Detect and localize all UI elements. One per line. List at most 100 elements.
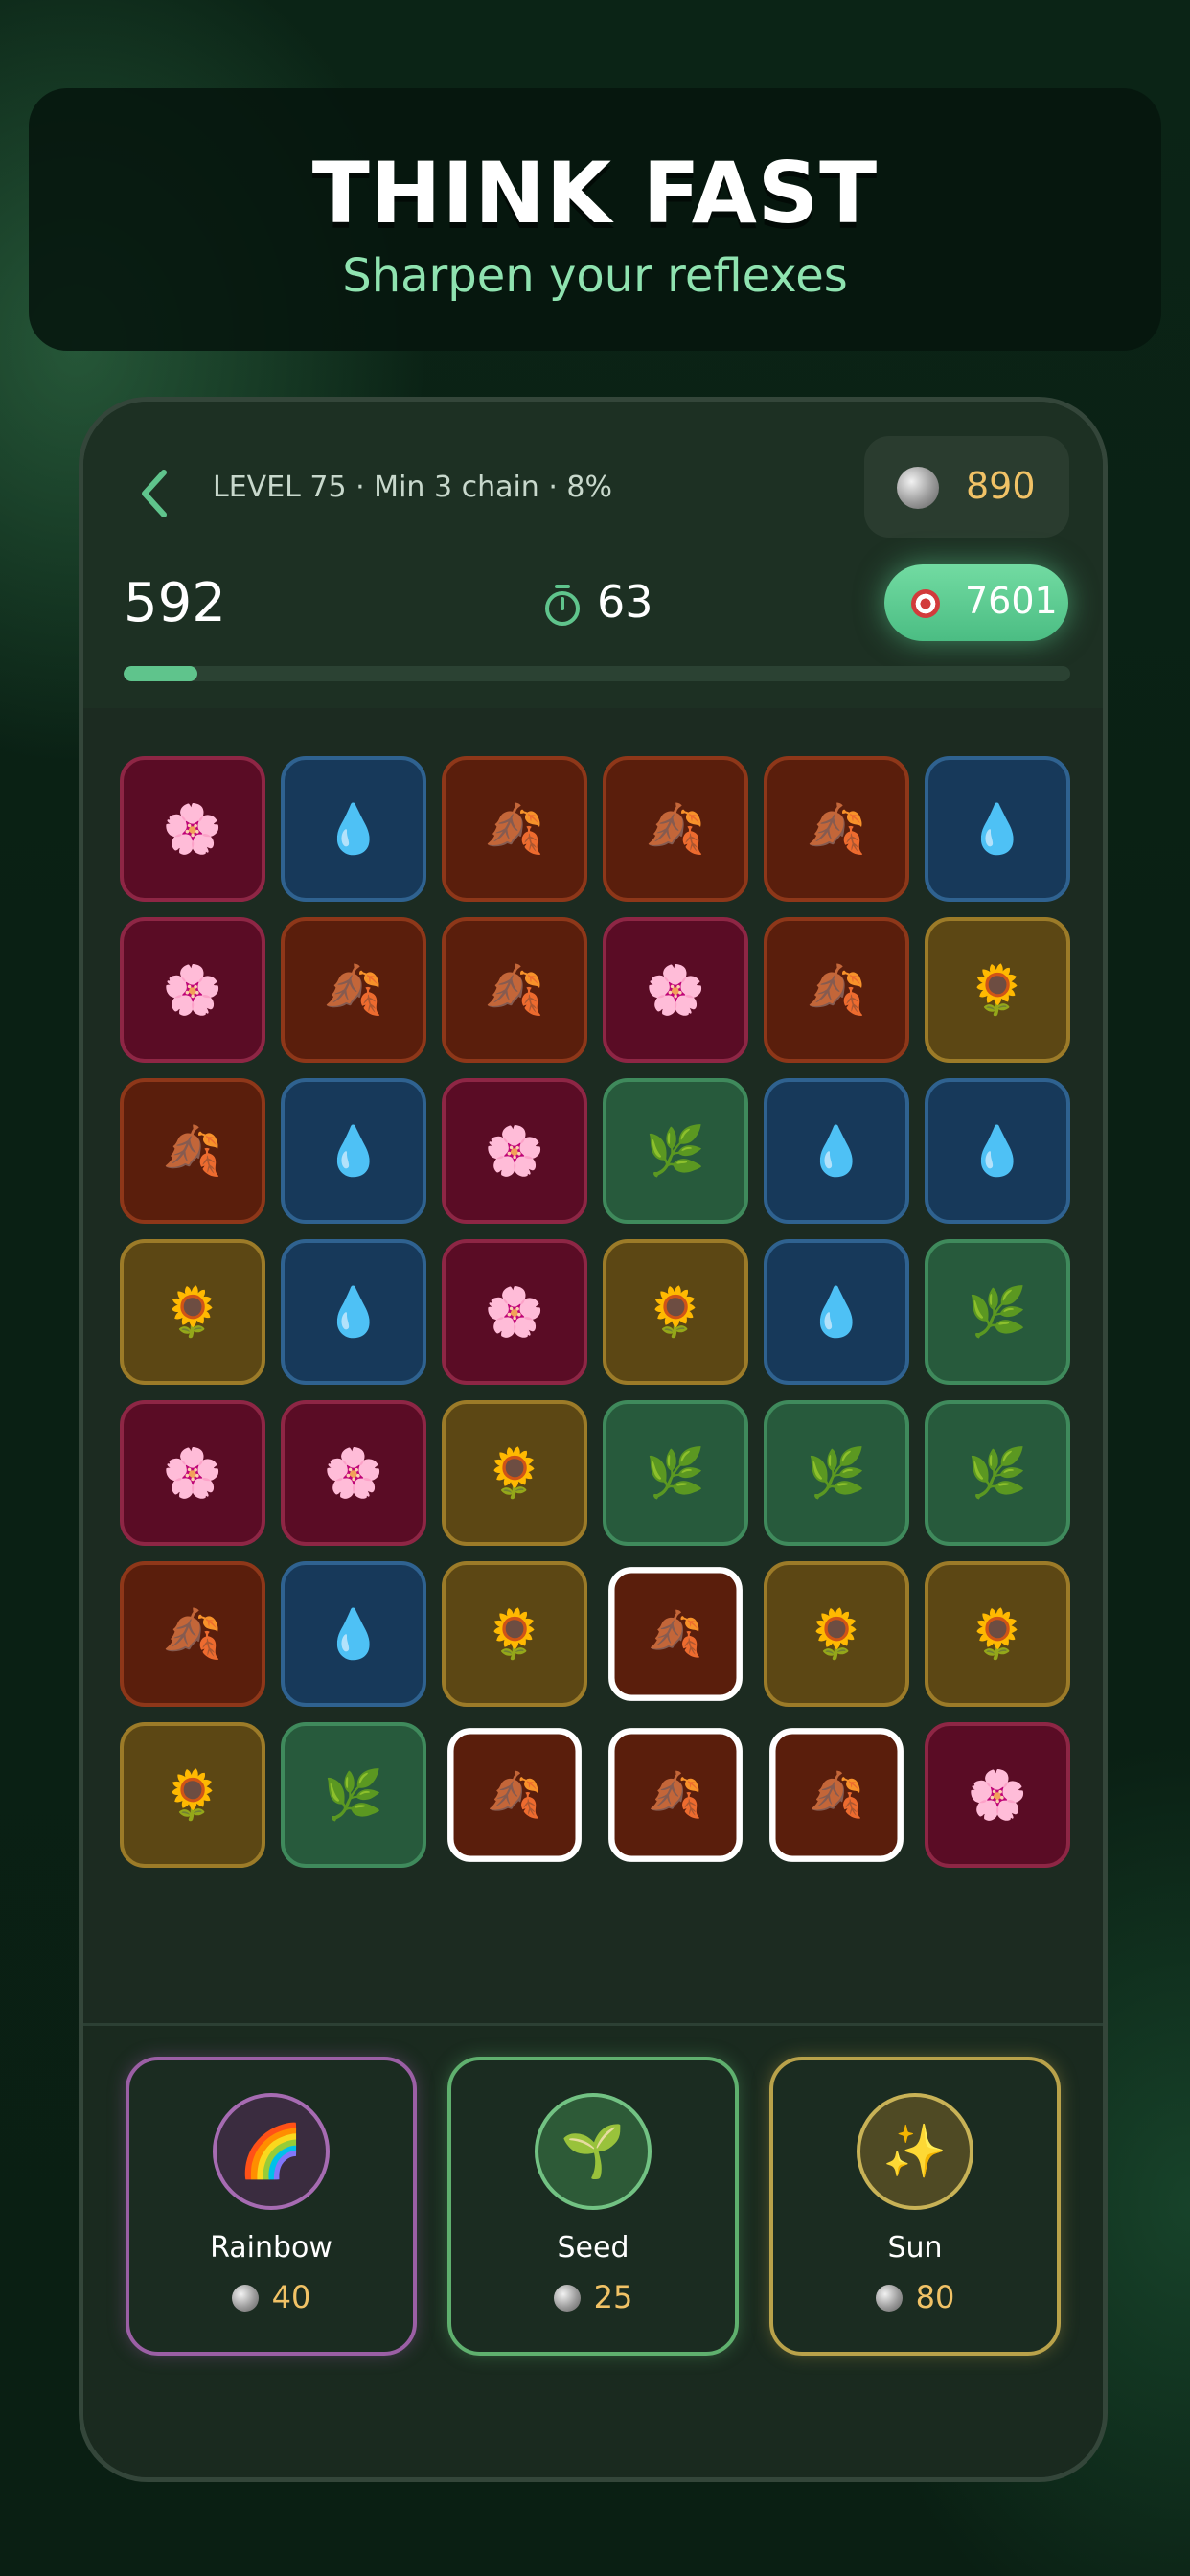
powerup-price: 40 [129,2279,413,2315]
leaf-wind-icon: 🌿 [323,1766,384,1823]
banner-title: THINK FAST [311,144,879,242]
tile-leaf[interactable]: 🍂 [764,917,909,1063]
powerup-rainbow[interactable]: 🌈 Rainbow 40 [126,2057,417,2356]
tile-leaf[interactable]: 🍂 [447,1728,582,1862]
water-drop-icon: 💧 [806,1283,867,1340]
coin-icon [553,2285,581,2312]
tile-leaf[interactable]: 🍂 [608,1728,743,1862]
target-score: 7601 [965,580,1058,622]
tile-flower[interactable]: 🌸 [120,917,265,1063]
tile-drop[interactable]: 💧 [925,1078,1070,1224]
tile-drop[interactable]: 💧 [281,1078,426,1224]
current-score: 592 [124,572,226,634]
powerup-name: Seed [557,2231,629,2265]
water-drop-icon: 💧 [323,1605,384,1662]
tile-drop[interactable]: 💧 [281,1239,426,1385]
target-score-badge: 7601 [884,564,1068,641]
level-info: LEVEL 75 · Min 3 chain · 8% [213,471,613,504]
tile-drop[interactable]: 💧 [764,1078,909,1224]
game-screen: LEVEL 75 · Min 3 chain · 8% 890 592 63 7… [79,397,1108,2482]
fallen-leaf-icon: 🍂 [484,800,545,857]
sunflower-icon: 🌻 [967,1605,1028,1662]
leaf-wind-icon: 🌿 [806,1444,867,1501]
tile-flower[interactable]: 🌸 [120,1400,265,1546]
tile-sun[interactable]: 🌻 [925,917,1070,1063]
tile-flower[interactable]: 🌸 [281,1400,426,1546]
tile-flower[interactable]: 🌸 [603,917,748,1063]
fallen-leaf-icon: 🍂 [809,1768,864,1821]
price-value: 80 [915,2279,955,2315]
tile-sun[interactable]: 🌻 [925,1561,1070,1707]
water-drop-icon: 💧 [323,1122,384,1179]
tile-herb[interactable]: 🌿 [764,1400,909,1546]
fallen-leaf-icon: 🍂 [806,961,867,1018]
sunflower-icon: 🌻 [806,1605,867,1662]
tile-sun[interactable]: 🌻 [120,1239,265,1385]
water-drop-icon: 💧 [806,1122,867,1179]
sunflower-icon: 🌻 [162,1283,223,1340]
sunflower-icon: 🌻 [162,1766,223,1823]
tile-drop[interactable]: 💧 [281,756,426,902]
tile-flower[interactable]: 🌸 [120,756,265,902]
cherry-blossom-icon: 🌸 [162,961,223,1018]
leaf-wind-icon: 🌿 [967,1283,1028,1340]
tile-flower[interactable]: 🌸 [442,1239,587,1385]
promo-banner: THINK FAST Sharpen your reflexes [29,88,1161,351]
tile-leaf[interactable]: 🍂 [442,917,587,1063]
tile-leaf[interactable]: 🍂 [603,756,748,902]
tile-leaf[interactable]: 🍂 [281,917,426,1063]
tile-sun[interactable]: 🌻 [120,1722,265,1868]
back-arrow-icon[interactable] [133,465,175,522]
fallen-leaf-icon: 🍂 [323,961,384,1018]
fallen-leaf-icon: 🍂 [487,1768,542,1821]
sunflower-icon: 🌻 [967,961,1028,1018]
rainbow-icon: 🌈 [213,2093,330,2210]
fallen-leaf-icon: 🍂 [648,1607,703,1660]
water-drop-icon: 💧 [323,1283,384,1340]
progress-bar [124,666,1070,681]
game-header: LEVEL 75 · Min 3 chain · 8% 890 592 63 7… [83,402,1103,708]
tile-flower[interactable]: 🌸 [925,1722,1070,1868]
tile-sun[interactable]: 🌻 [764,1561,909,1707]
tile-herb[interactable]: 🌿 [281,1722,426,1868]
coin-icon [897,467,939,509]
fallen-leaf-icon: 🍂 [645,800,706,857]
tile-herb[interactable]: 🌿 [925,1400,1070,1546]
time-remaining: 63 [597,576,653,628]
tile-drop[interactable]: 💧 [281,1561,426,1707]
banner-subtitle: Sharpen your reflexes [342,249,848,303]
tile-herb[interactable]: 🌿 [603,1078,748,1224]
tile-herb[interactable]: 🌿 [925,1239,1070,1385]
price-value: 25 [593,2279,633,2315]
tile-leaf[interactable]: 🍂 [120,1561,265,1707]
tile-leaf[interactable]: 🍂 [442,756,587,902]
tile-sun[interactable]: 🌻 [603,1239,748,1385]
sparkles-icon: ✨ [857,2093,973,2210]
price-value: 40 [271,2279,311,2315]
tile-flower[interactable]: 🌸 [442,1078,587,1224]
tile-drop[interactable]: 💧 [764,1239,909,1385]
powerup-seed[interactable]: 🌱 Seed 25 [447,2057,739,2356]
tile-leaf[interactable]: 🍂 [769,1728,904,1862]
fallen-leaf-icon: 🍂 [648,1768,703,1821]
powerup-name: Sun [887,2231,943,2265]
powerup-price: 80 [773,2279,1057,2315]
powerup-price: 25 [451,2279,735,2315]
cherry-blossom-icon: 🌸 [484,1283,545,1340]
tile-sun[interactable]: 🌻 [442,1400,587,1546]
stopwatch-icon [545,585,580,626]
cherry-blossom-icon: 🌸 [162,1444,223,1501]
water-drop-icon: 💧 [967,1122,1028,1179]
fallen-leaf-icon: 🍂 [806,800,867,857]
tile-leaf[interactable]: 🍂 [764,756,909,902]
coin-balance[interactable]: 890 [864,436,1069,538]
cherry-blossom-icon: 🌸 [645,961,706,1018]
tile-herb[interactable]: 🌿 [603,1400,748,1546]
tile-sun[interactable]: 🌻 [442,1561,587,1707]
tile-leaf[interactable]: 🍂 [608,1567,743,1701]
tile-drop[interactable]: 💧 [925,756,1070,902]
tile-leaf[interactable]: 🍂 [120,1078,265,1224]
fallen-leaf-icon: 🍂 [162,1122,223,1179]
powerup-sun[interactable]: ✨ Sun 80 [769,2057,1061,2356]
powerup-name: Rainbow [210,2231,332,2265]
